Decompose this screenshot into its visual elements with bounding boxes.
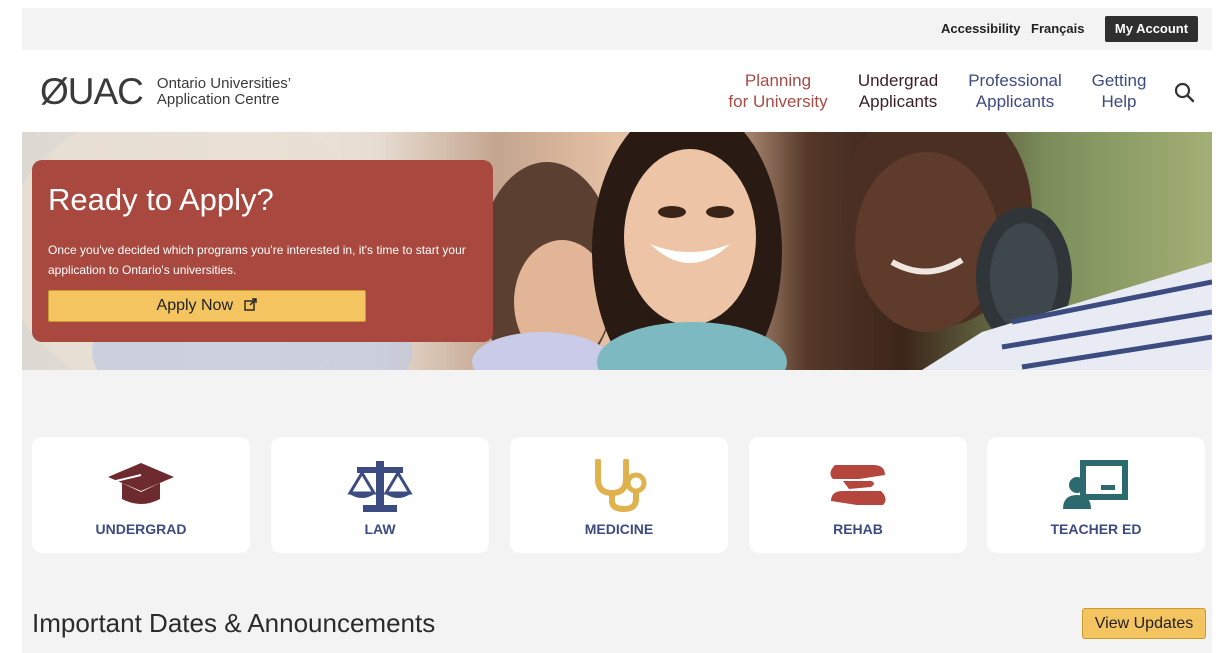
helping-hands-icon bbox=[830, 465, 886, 505]
nav-label-line-2: Applicants bbox=[858, 92, 938, 111]
graduation-cap-icon bbox=[108, 463, 174, 504]
hero-description: Once you've decided which programs you'r… bbox=[48, 243, 466, 277]
hero-title: Ready to Apply? bbox=[48, 182, 274, 217]
apply-now-button[interactable]: Apply Now bbox=[48, 290, 366, 322]
nav-label-line-1: Undergrad bbox=[857, 71, 939, 90]
nav-label-line-2: Help bbox=[1101, 92, 1137, 111]
tile-medicine[interactable]: MEDICINE bbox=[510, 437, 728, 553]
tile-label: LAW bbox=[364, 521, 396, 537]
site-header: ØUAC Ontario Universities’ Application C… bbox=[22, 50, 1212, 132]
tile-label: REHAB bbox=[833, 521, 883, 537]
logo-line-1: Ontario Universities’ bbox=[156, 75, 292, 92]
nav-undergrad-applicants[interactable]: Undergrad Applicants bbox=[850, 70, 946, 112]
tile-teacher-ed[interactable]: TEACHER ED bbox=[987, 437, 1205, 553]
teacher-board-icon bbox=[1063, 460, 1128, 509]
scales-icon bbox=[347, 461, 413, 512]
my-account-button[interactable]: My Account bbox=[1105, 16, 1198, 42]
tile-rehab[interactable]: REHAB bbox=[749, 437, 967, 553]
nav-planning-for-university[interactable]: Planning for University bbox=[722, 70, 834, 112]
tile-law[interactable]: LAW bbox=[271, 437, 489, 553]
tile-label: UNDERGRAD bbox=[95, 521, 187, 537]
announcements-title: Important Dates & Announcements bbox=[32, 608, 436, 638]
nav-getting-help[interactable]: Getting Help bbox=[1082, 70, 1156, 112]
view-updates-button[interactable]: View Updates bbox=[1082, 608, 1206, 639]
nav-label-line-2: Applicants bbox=[975, 92, 1055, 111]
external-link-icon bbox=[244, 298, 258, 311]
search-icon[interactable] bbox=[1172, 80, 1198, 106]
tile-label: MEDICINE bbox=[584, 521, 654, 537]
utility-bar: Accessibility Français My Account bbox=[22, 8, 1212, 50]
nav-label-line-1: Professional bbox=[968, 71, 1062, 90]
logo-mark: ØUAC bbox=[40, 71, 144, 112]
hero-banner: Ready to Apply? Once you've decided whic… bbox=[22, 132, 1212, 370]
accessibility-link[interactable]: Accessibility bbox=[941, 21, 1021, 36]
apply-now-label: Apply Now bbox=[156, 297, 234, 314]
nav-label-line-1: Getting bbox=[1091, 71, 1147, 90]
tile-label: TEACHER ED bbox=[1050, 521, 1142, 537]
page: Accessibility Français My Account ØUAC O… bbox=[22, 8, 1212, 653]
nav-label-line-2: for University bbox=[728, 92, 828, 111]
logo-text: Ontario Universities’ Application Centre bbox=[157, 76, 291, 108]
tile-undergrad[interactable]: UNDERGRAD bbox=[32, 437, 250, 553]
francais-link[interactable]: Français bbox=[1031, 21, 1084, 36]
nav-professional-applicants[interactable]: Professional Applicants bbox=[960, 70, 1070, 112]
logo-line-2: Application Centre bbox=[156, 91, 280, 108]
nav-label-line-1: Planning bbox=[744, 71, 812, 90]
ouac-logo[interactable]: ØUAC Ontario Universities’ Application C… bbox=[40, 72, 291, 112]
stethoscope-icon bbox=[595, 459, 647, 513]
hero-card: Ready to Apply? Once you've decided whic… bbox=[32, 160, 493, 342]
